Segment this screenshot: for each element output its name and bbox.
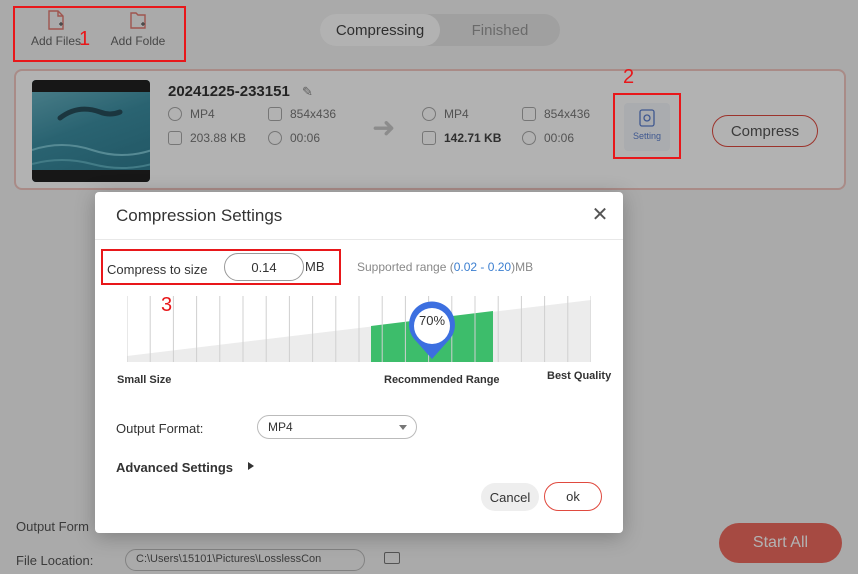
annotation-number-3: 3 (161, 294, 173, 316)
output-format-label: Output Format: (116, 421, 204, 436)
ok-button[interactable]: ok (544, 482, 602, 511)
annotation-number-1: 1 (79, 28, 91, 50)
compression-settings-dialog: Compression Settings ✕ Compress to size … (95, 192, 623, 533)
cancel-button[interactable]: Cancel (481, 483, 539, 511)
chevron-down-icon (399, 425, 407, 430)
small-size-label: Small Size (117, 374, 172, 386)
output-format-select[interactable]: MP4 (257, 415, 417, 439)
best-quality-label: Best Quality (547, 370, 612, 382)
annotation-box-3 (101, 249, 341, 285)
recommended-range-label: Recommended Range (384, 374, 500, 386)
divider (95, 239, 623, 240)
dialog-title: Compression Settings (116, 206, 283, 225)
supported-range: Supported range (0.02 - 0.20)MB (357, 260, 534, 274)
advanced-settings-toggle[interactable]: Advanced Settings (116, 460, 233, 475)
close-icon[interactable]: ✕ (591, 205, 609, 225)
annotation-box-2 (613, 93, 681, 159)
slider-percent: 70% (418, 312, 446, 328)
annotation-number-2: 2 (623, 66, 635, 88)
quality-slider[interactable] (127, 296, 591, 362)
chevron-right-icon[interactable] (248, 462, 254, 470)
annotation-box-1 (13, 6, 186, 62)
